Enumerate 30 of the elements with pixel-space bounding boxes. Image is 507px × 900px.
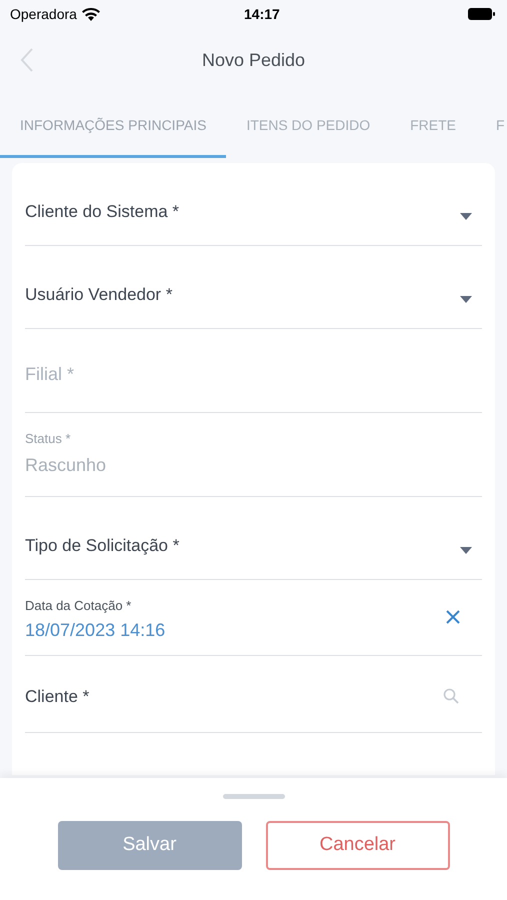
field-label: Status * [25,430,72,448]
caret-icon [460,547,472,554]
field-label: Cliente * [25,686,90,708]
drag-handle[interactable] [222,794,284,799]
tab[interactable]: ITENS DO PEDIDO [226,92,390,158]
tab[interactable]: FRETE [390,92,476,158]
dropdown-field[interactable] [460,547,472,554]
wifi-icon [82,8,100,20]
text-field[interactable]: Filial * [25,361,482,388]
clock-time: 14:17 [244,4,280,24]
dropdown-field[interactable] [460,213,472,220]
dropdown-field[interactable] [460,296,472,303]
field-value: Rascunho [25,454,108,476]
field-label: Usuário Vendedor * [25,284,172,306]
caret-icon [460,296,472,303]
tab[interactable]: F [476,92,507,158]
field-label: Cliente do Sistema * [25,201,180,223]
screen-title: Novo Pedido [202,48,306,72]
date-value[interactable]: 18/07/2023 14:16 [25,616,166,644]
battery-icon [468,8,495,20]
tab[interactable]: INFORMAÇÕES PRINCIPAIS [0,92,226,158]
field-label: Tipo de Solicitação * [25,535,180,557]
field-label: Data da Cotação * [25,597,132,615]
clear-button[interactable] [446,610,460,624]
cancel-button[interactable]: Cancelar [266,821,450,870]
back-icon [20,48,34,72]
caret-icon [460,213,472,220]
carrier-name: Operadora [10,4,77,24]
close-icon [446,610,460,624]
search-icon [443,688,459,704]
